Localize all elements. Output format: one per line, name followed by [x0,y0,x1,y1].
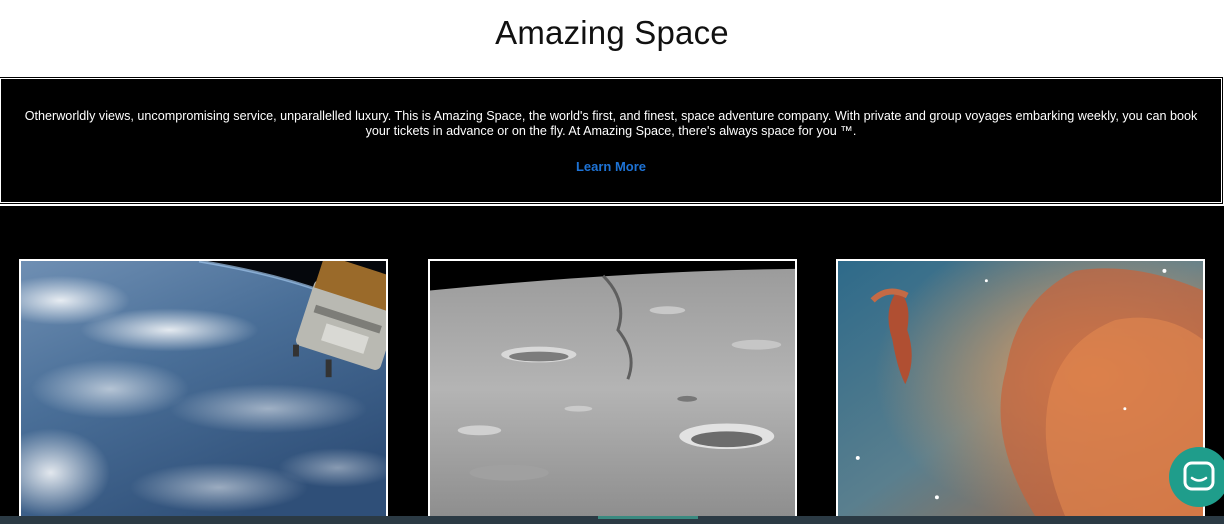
bottom-bar-accent [598,516,698,519]
earth-orbit-image [21,261,386,517]
hero-description: Otherworldly views, uncompromising servi… [24,109,1198,138]
gallery-image-earth[interactable] [19,259,388,519]
gallery-image-moon[interactable] [428,259,797,519]
chat-launcher-button[interactable] [1169,447,1224,507]
hero-banner: Otherworldly views, uncompromising servi… [0,77,1223,204]
chat-bubble-icon [1183,461,1215,491]
bottom-bar [0,516,1224,524]
page-title: Amazing Space [495,14,729,51]
lunar-surface-image [430,261,795,517]
learn-more-link[interactable]: Learn More [1,159,1221,174]
nebula-image [838,261,1203,517]
gallery-image-nebula[interactable] [836,259,1205,519]
image-gallery [0,206,1224,524]
